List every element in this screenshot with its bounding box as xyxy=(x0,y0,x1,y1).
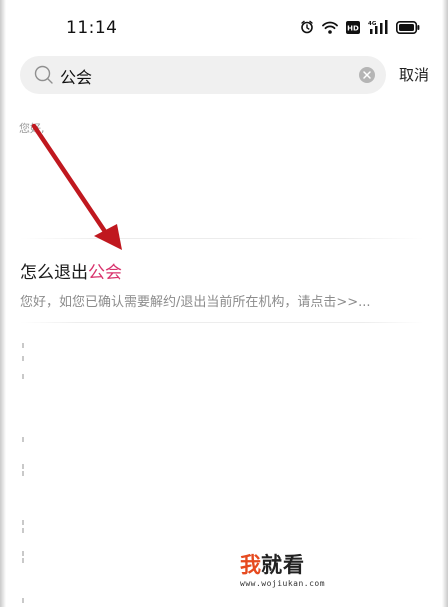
signal-4g-icon: 4G xyxy=(368,20,388,34)
clear-icon[interactable] xyxy=(358,66,376,88)
watermark-logo-black: 就看 xyxy=(261,553,305,577)
result-title-text: 怎么退出 xyxy=(20,263,88,283)
scroll-artifact xyxy=(22,464,24,469)
search-suggestion[interactable]: 您好, xyxy=(19,120,45,136)
status-bar: 11:14 HD 4G xyxy=(0,0,448,56)
arrow-head xyxy=(94,224,122,250)
alarm-icon xyxy=(300,20,314,34)
result-snippet[interactable]: 您好，如您已确认需要解约/退出当前所在机构，请点击>>... xyxy=(20,291,424,310)
battery-icon xyxy=(396,20,420,34)
wifi-icon xyxy=(322,21,338,34)
result-divider-top xyxy=(20,238,424,239)
watermark-url: www.wojiukan.com xyxy=(240,579,326,588)
scroll-artifact xyxy=(22,558,24,563)
scroll-artifact xyxy=(22,356,24,361)
scroll-artifact xyxy=(22,374,24,379)
status-icons: HD 4G xyxy=(300,20,420,34)
status-time: 11:14 xyxy=(66,18,118,38)
result-divider-bottom xyxy=(20,322,424,323)
scroll-artifact xyxy=(22,551,24,556)
arrow-shaft xyxy=(31,123,111,239)
scroll-artifact xyxy=(22,343,24,348)
scroll-artifact xyxy=(22,437,24,442)
scroll-artifact xyxy=(22,598,24,603)
result-title[interactable]: 怎么退出公会 xyxy=(20,258,122,283)
hd-icon: HD xyxy=(346,20,360,34)
search-input[interactable]: 公会 xyxy=(20,56,386,94)
search-query[interactable]: 公会 xyxy=(60,64,92,88)
hd-label: HD xyxy=(347,24,359,32)
watermark-logo: 我就看 xyxy=(240,553,350,577)
watermark-logo-red: 我 xyxy=(240,553,261,577)
left-edge-shadow xyxy=(0,0,6,607)
cancel-button[interactable]: 取消 xyxy=(399,64,429,85)
right-edge-shadow xyxy=(442,0,448,607)
search-icon xyxy=(34,65,54,89)
scroll-artifact xyxy=(22,528,24,533)
scroll-artifact xyxy=(22,471,24,476)
watermark: 我就看 www.wojiukan.com xyxy=(240,553,350,588)
scroll-artifact xyxy=(22,520,24,525)
result-title-highlight: 公会 xyxy=(88,263,122,283)
